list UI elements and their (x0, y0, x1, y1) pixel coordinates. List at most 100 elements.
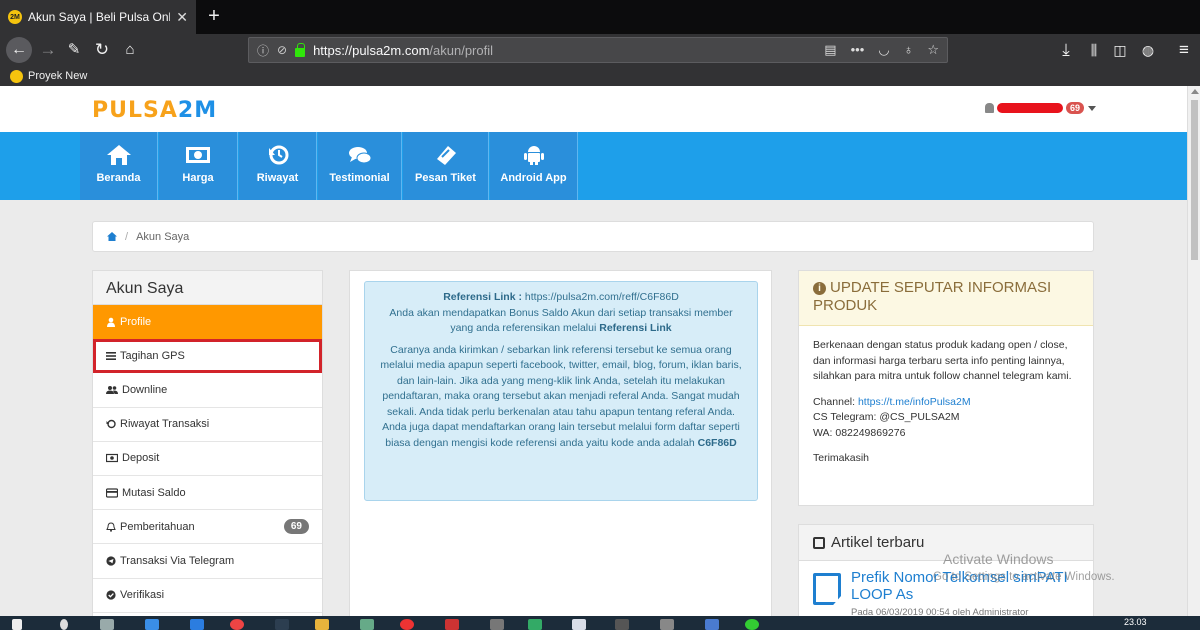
android-icon (523, 146, 544, 165)
start-icon[interactable] (12, 619, 22, 630)
new-tab-button[interactable]: + (202, 4, 226, 28)
telegram-icon (106, 556, 116, 566)
ticket-icon (436, 146, 456, 165)
tracking-icon[interactable]: ⊘ (277, 43, 287, 57)
thanks-text: Terimakasih (813, 452, 870, 464)
app-icon[interactable] (528, 619, 542, 630)
browser-tab[interactable]: 2M Akun Saya | Beli Pulsa Online T... ✕ (0, 0, 196, 34)
articles-title: Artikel terbaru (831, 534, 925, 551)
sidebar-item-riwayat-transaksi[interactable]: Riwayat Transaksi (93, 408, 322, 442)
channel-label: Channel: (813, 395, 856, 408)
main-content-panel: Referensi Link : https://pulsa2m.com/ref… (349, 270, 772, 616)
folder-icon[interactable] (315, 619, 329, 630)
bulb-icon[interactable]: ♁ (904, 42, 914, 58)
referral-instructions: Caranya anda kirimkan / sebarkan link re… (380, 343, 742, 418)
sidebar-item-tagihan-gps[interactable]: Tagihan GPS (93, 339, 322, 374)
info-panel: i UPDATE SEPUTAR INFORMASI PRODUK Berkena… (798, 270, 1094, 506)
referral-info-box: Referensi Link : https://pulsa2m.com/ref… (364, 281, 758, 501)
home-button[interactable]: ⌂ (118, 38, 142, 62)
cs-telegram: CS Telegram: @CS_PULSA2M (813, 411, 960, 423)
app-icon[interactable] (572, 619, 586, 630)
sidebar-item-verifikasi[interactable]: Verifikasi (93, 579, 322, 613)
reader-view-icon[interactable]: ▤ (824, 42, 836, 58)
menu-item-harga[interactable]: Harga (159, 132, 238, 200)
check-circle-icon (106, 590, 116, 600)
users-icon (106, 385, 118, 394)
sidebar-item-transaksi-via-telegram[interactable]: Transaksi Via Telegram (93, 544, 322, 579)
scroll-up-icon[interactable] (1191, 89, 1199, 94)
app-icon[interactable] (615, 619, 629, 630)
reload-button[interactable]: ↻ (90, 38, 114, 62)
app-icon[interactable] (445, 619, 459, 630)
sidebar-title: Akun Saya (93, 271, 322, 305)
lock-icon (295, 42, 306, 57)
windows-activation-watermark: Activate Windows Go to Settings to activ… (933, 551, 1115, 583)
search-icon[interactable] (60, 619, 68, 630)
bell-icon (106, 522, 116, 532)
menu-item-testimonial[interactable]: Testimonial (318, 132, 402, 200)
app-icon[interactable] (400, 619, 414, 630)
referral-code-description: Anda juga dapat mendaftarkan orang lain … (382, 421, 740, 449)
sidebar-item-downline[interactable]: Downline (93, 373, 322, 408)
page-actions-icon[interactable]: ••• (851, 42, 865, 58)
app-icon[interactable] (360, 619, 374, 630)
menu-item-android-app[interactable]: Android App (490, 132, 578, 200)
forward-button[interactable]: → (36, 38, 60, 62)
back-button[interactable]: ← (6, 37, 32, 63)
site-logo[interactable]: PULSA2M (92, 98, 217, 123)
notification-badge: 69 (1066, 102, 1085, 114)
sidebar-item-pemberitahuan[interactable]: Pemberitahuan 69 (93, 510, 322, 545)
app-icon[interactable] (705, 619, 719, 630)
web-page: PULSA2M 69 Beranda Harga Riwayat Testimo… (0, 86, 1187, 616)
article-icon (813, 536, 825, 549)
info-panel-title: UPDATE SEPUTAR INFORMASI PRODUK (813, 279, 1052, 314)
info-icon[interactable]: ⓘ (257, 42, 269, 59)
redacted-username (997, 103, 1063, 113)
sidebar-icon[interactable]: ◫ (1108, 38, 1132, 62)
menu-icon[interactable]: ≡ (1172, 38, 1196, 62)
site-header: PULSA2M 69 (0, 86, 1187, 132)
wrench-icon[interactable]: ✎ (62, 38, 86, 62)
user-icon (985, 103, 994, 113)
main-menu: Beranda Harga Riwayat Testimonial Pesan … (0, 132, 1187, 200)
app-icon[interactable] (145, 619, 159, 630)
menu-item-riwayat[interactable]: Riwayat (239, 132, 317, 200)
bookmark-favicon (10, 69, 23, 83)
bookmark-star-icon[interactable]: ☆ (927, 42, 939, 58)
user-menu[interactable]: 69 (985, 102, 1097, 114)
globe-icon[interactable]: ◍ (1136, 38, 1160, 62)
breadcrumb-current: Akun Saya (136, 230, 190, 243)
info-text: Berkenaan dengan status produk kadang op… (813, 339, 1072, 382)
menu-item-pesan-tiket[interactable]: Pesan Tiket (403, 132, 489, 200)
sidebar-item-profile[interactable]: Profile (93, 305, 322, 340)
home-icon[interactable] (107, 232, 117, 241)
app-icon[interactable] (230, 619, 244, 630)
url-path: /akun/profil (429, 42, 493, 58)
sidebar-item-deposit[interactable]: Deposit (93, 442, 322, 476)
app-icon[interactable] (275, 619, 289, 630)
download-icon[interactable]: ⤓ (1054, 38, 1078, 62)
app-icon[interactable] (490, 619, 504, 630)
sidebar-item-mutasi-saldo[interactable]: Mutasi Saldo (93, 476, 322, 511)
channel-link[interactable]: https://t.me/infoPulsa2M (858, 396, 971, 408)
page-scrollbar[interactable] (1187, 86, 1200, 616)
notification-count-badge: 69 (283, 519, 309, 535)
close-tab-icon[interactable]: ✕ (176, 9, 188, 26)
referral-description: Anda akan mendapatkan Bonus Saldo Akun d… (389, 306, 733, 335)
task-view-icon[interactable] (100, 619, 114, 630)
bars-icon (106, 351, 116, 360)
app-icon[interactable] (745, 619, 759, 630)
app-icon[interactable] (190, 619, 204, 630)
pocket-icon[interactable]: ◡ (878, 42, 889, 58)
referral-link[interactable]: https://pulsa2m.com/reff/C6F86D (525, 291, 679, 303)
scrollbar-thumb[interactable] (1191, 100, 1198, 260)
bookmark-proyek-new[interactable]: Proyek New (28, 70, 87, 82)
library-icon[interactable]: ⫼ (1082, 38, 1106, 62)
url-bar[interactable]: ⓘ ⊘ https://pulsa2m.com/akun/profil ▤ ••… (248, 37, 948, 63)
app-icon[interactable] (660, 619, 674, 630)
history-icon (268, 145, 288, 165)
menu-item-beranda[interactable]: Beranda (80, 132, 158, 200)
url-host: https://pulsa2m.com (313, 42, 430, 58)
referral-label: Referensi Link : (443, 291, 522, 303)
credit-card-icon (106, 487, 118, 498)
